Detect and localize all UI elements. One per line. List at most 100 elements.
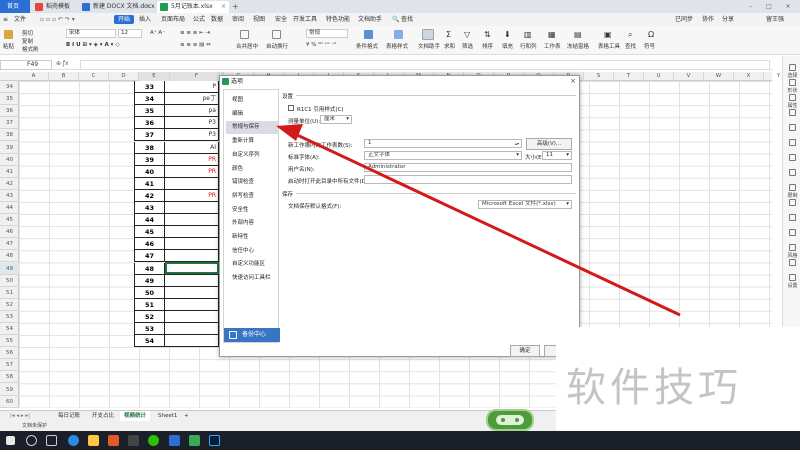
sum-button[interactable]: 求和 xyxy=(444,42,455,50)
row-header[interactable]: 44 xyxy=(0,202,19,214)
username-input[interactable]: Administrator xyxy=(364,163,572,172)
options-nav-item[interactable]: 自定义序列 xyxy=(226,149,278,162)
side-panel-item[interactable]: 风格 xyxy=(784,244,800,259)
options-nav-item[interactable]: 重新计算 xyxy=(226,135,278,148)
side-panel-item[interactable]: 设置 xyxy=(784,274,800,289)
number-format-select[interactable]: 常规 xyxy=(306,29,348,38)
symbol-icon[interactable]: Ω xyxy=(648,30,654,39)
options-nav-item[interactable]: 常规与保存 xyxy=(226,121,278,135)
fill-icon[interactable]: ⬇ xyxy=(504,30,511,39)
cell-e[interactable]: 42 xyxy=(134,189,165,202)
side-panel-item[interactable]: 形状 xyxy=(784,79,800,94)
row-header[interactable]: 56 xyxy=(0,347,19,360)
font-family-select[interactable]: 宋体 xyxy=(66,29,116,38)
cell-e[interactable]: 49 xyxy=(134,274,165,287)
edge-icon[interactable] xyxy=(68,435,79,446)
find-button[interactable]: 查找 xyxy=(625,42,636,50)
cell-e[interactable]: 54 xyxy=(134,335,165,348)
column-header-b[interactable]: B xyxy=(49,72,79,81)
menu-formula[interactable]: 公式 xyxy=(193,13,205,26)
sheet-tab[interactable]: Sheet1 xyxy=(154,411,181,421)
menu-search[interactable]: 查找 xyxy=(401,13,413,26)
side-panel-item[interactable] xyxy=(784,199,800,207)
options-nav-item[interactable]: 外部内容 xyxy=(226,217,278,230)
menu-sync[interactable]: 已同步 xyxy=(675,13,693,26)
cell-f[interactable] xyxy=(165,310,219,323)
options-nav-item[interactable]: 拼写检查 xyxy=(226,190,278,203)
r1c1-checkbox[interactable] xyxy=(288,105,294,111)
row-header[interactable]: 34 xyxy=(0,81,19,93)
row-header[interactable]: 50 xyxy=(0,275,19,287)
options-nav-item[interactable]: 编辑 xyxy=(226,108,278,121)
cell-f[interactable] xyxy=(165,286,219,299)
column-header-s[interactable]: S xyxy=(584,72,614,81)
cell-f[interactable] xyxy=(165,298,219,311)
fill-button[interactable]: 填充 xyxy=(502,42,513,50)
cell-e[interactable]: 35 xyxy=(134,105,165,118)
sort-button[interactable]: 排序 xyxy=(482,42,493,50)
cond-format-button[interactable]: 条件格式 xyxy=(356,42,378,50)
doc-helper-button[interactable]: 文档助手 xyxy=(418,42,440,50)
cell-e[interactable]: 45 xyxy=(134,226,165,239)
cell-f[interactable]: pe丁 xyxy=(165,93,219,106)
cell-e[interactable]: 33 xyxy=(134,81,165,93)
folder-icon[interactable] xyxy=(88,435,99,446)
options-nav-item[interactable]: 视图 xyxy=(226,94,278,107)
menu-icon[interactable]: ≡ xyxy=(3,13,8,26)
save-format-select[interactable]: Microsoft Excel 文件(*.xlsx) ▾ xyxy=(478,200,572,209)
column-header-f[interactable]: F xyxy=(170,72,224,81)
doc-helper-icon[interactable] xyxy=(422,29,434,40)
tab-xlsx[interactable]: 5月记账本.xlsx × xyxy=(157,1,229,13)
filter-icon[interactable]: ▽ xyxy=(464,30,470,39)
paste-icon[interactable] xyxy=(4,30,13,39)
filter-button[interactable]: 筛选 xyxy=(462,42,473,50)
sheet-nav-arrows[interactable]: |◂ ◂ ▸ ▸| xyxy=(6,411,34,421)
cell-e[interactable]: 38 xyxy=(134,141,165,154)
format-painter-button[interactable]: 格式刷 xyxy=(22,45,39,53)
column-header-t[interactable]: T xyxy=(614,72,644,81)
backup-center-button[interactable]: 备份中心 xyxy=(224,328,280,342)
row-header[interactable]: 45 xyxy=(0,214,19,227)
side-panel-item[interactable] xyxy=(784,124,800,132)
cell-f[interactable]: AI xyxy=(165,141,219,154)
row-header[interactable]: 58 xyxy=(0,371,19,384)
side-panel-item[interactable] xyxy=(784,169,800,177)
cell-e[interactable]: 41 xyxy=(134,177,165,190)
sheet-tab[interactable]: 每日记账 xyxy=(54,411,84,421)
side-panel-item[interactable] xyxy=(784,154,800,162)
windows-start-icon[interactable] xyxy=(6,436,15,445)
freeze-icon[interactable]: ▤ xyxy=(574,30,582,39)
cut-button[interactable]: 剪切 xyxy=(22,29,33,37)
options-nav-item[interactable]: 快速访问工具栏 xyxy=(226,272,278,285)
column-header-w[interactable]: W xyxy=(704,72,734,81)
find-icon[interactable]: ⌕ xyxy=(628,30,632,40)
tab-docx[interactable]: 新建 DOCX 文档.docx × xyxy=(79,1,155,13)
row-col-icon[interactable]: ▥ xyxy=(524,30,532,39)
stepper-icon[interactable]: ▴▾ xyxy=(515,140,519,147)
side-panel-item[interactable] xyxy=(784,139,800,147)
side-panel-item[interactable] xyxy=(784,109,800,117)
table-style-icon[interactable] xyxy=(394,30,403,39)
options-nav-item[interactable]: 颜色 xyxy=(226,163,278,176)
column-header-u[interactable]: U xyxy=(644,72,674,81)
menu-file[interactable]: 文件 xyxy=(14,13,26,26)
search-icon[interactable]: 🔍 xyxy=(392,13,399,26)
menu-data[interactable]: 数据 xyxy=(211,13,223,26)
menu-dev-tools[interactable]: 开发工具 xyxy=(293,13,317,26)
row-header[interactable]: 59 xyxy=(0,384,19,396)
options-nav-item[interactable]: 新特性 xyxy=(226,231,278,244)
row-header[interactable]: 54 xyxy=(0,323,19,335)
table-style-button[interactable]: 表格样式 xyxy=(386,42,408,50)
active-cell[interactable] xyxy=(165,262,219,274)
wrap-button[interactable]: 自动换行 xyxy=(266,42,288,50)
cell-e[interactable]: 43 xyxy=(134,202,165,214)
row-header[interactable]: 57 xyxy=(0,359,19,372)
row-header[interactable]: 35 xyxy=(0,93,19,106)
font-size-select[interactable]: 11 ▾ xyxy=(542,151,572,160)
row-header[interactable]: 51 xyxy=(0,287,19,299)
cell-e[interactable]: 53 xyxy=(134,323,165,335)
cell-f[interactable] xyxy=(165,226,219,239)
cell-f[interactable]: PR xyxy=(165,153,219,166)
align-buttons[interactable]: ≡ ≡ ≡ ⇤ ⇥ xyxy=(180,30,210,36)
tab-home[interactable]: 首页 xyxy=(0,0,30,13)
